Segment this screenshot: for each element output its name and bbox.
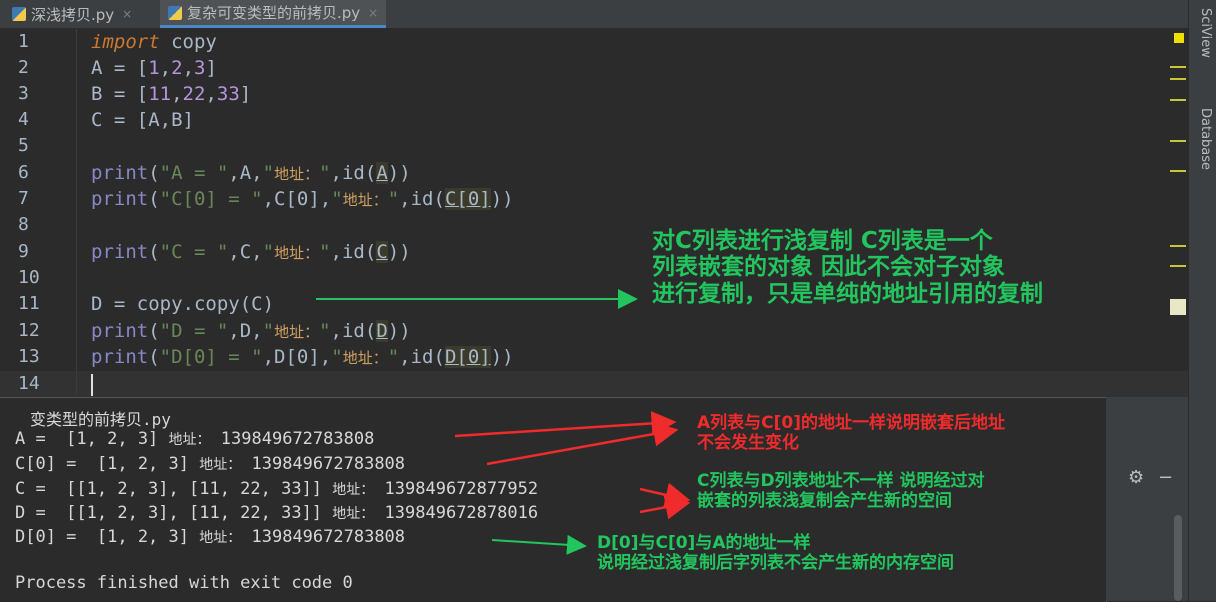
arrow-d0-address [491, 534, 587, 555]
arrow-a-address [454, 410, 677, 438]
arrow-c0-address [486, 421, 679, 466]
arrow-c-address [639, 482, 691, 508]
annotation-arrows [316, 289, 691, 555]
arrow-d-address [639, 494, 691, 520]
